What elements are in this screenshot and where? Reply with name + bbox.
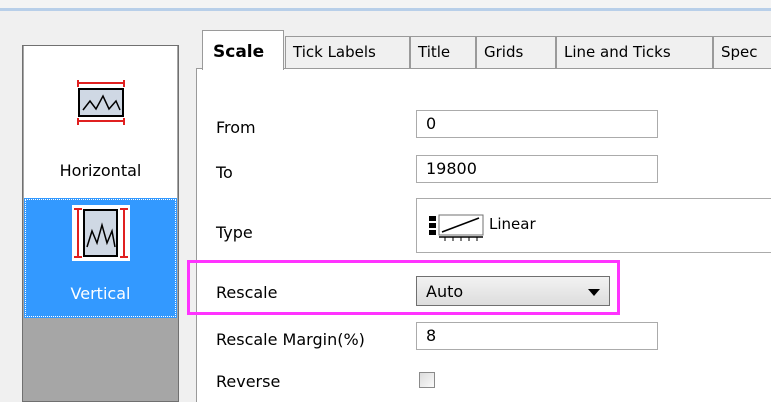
reverse-label: Reverse <box>216 372 281 391</box>
axis-item-horizontal[interactable]: Horizontal <box>24 46 177 198</box>
from-input[interactable]: 0 <box>416 110 658 138</box>
axis-item-vertical[interactable]: Vertical <box>24 198 177 318</box>
linear-scale-icon <box>429 213 485 245</box>
to-label: To <box>216 163 233 182</box>
chevron-down-icon <box>588 289 600 296</box>
tab-line-and-ticks[interactable]: Line and Ticks <box>556 36 713 68</box>
window-top-border <box>0 8 771 11</box>
to-input[interactable]: 19800 <box>416 155 658 183</box>
vertical-axis-icon <box>70 203 132 267</box>
tab-tick-labels[interactable]: Tick Labels <box>285 36 410 68</box>
rescale-margin-label: Rescale Margin(%) <box>216 330 365 349</box>
axis-list: Horizontal Vertical <box>22 45 179 402</box>
type-label: Type <box>216 223 253 242</box>
reverse-checkbox[interactable] <box>419 372 435 388</box>
tab-title[interactable]: Title <box>410 36 476 68</box>
rescale-label: Rescale <box>216 283 278 302</box>
axis-item-label: Horizontal <box>59 161 142 180</box>
rescale-margin-input[interactable]: 8 <box>416 322 658 350</box>
horizontal-axis-icon <box>76 80 126 130</box>
axis-item-label: Vertical <box>70 284 131 303</box>
type-selector[interactable]: Linear <box>416 198 771 253</box>
rescale-dropdown[interactable]: Auto <box>416 276 610 306</box>
rescale-value: Auto <box>426 282 464 301</box>
tab-scale[interactable]: Scale <box>202 30 284 70</box>
tab-spec[interactable]: Spec <box>713 36 771 68</box>
tab-grids[interactable]: Grids <box>476 36 556 68</box>
type-value: Linear <box>489 215 536 233</box>
from-label: From <box>216 118 256 137</box>
